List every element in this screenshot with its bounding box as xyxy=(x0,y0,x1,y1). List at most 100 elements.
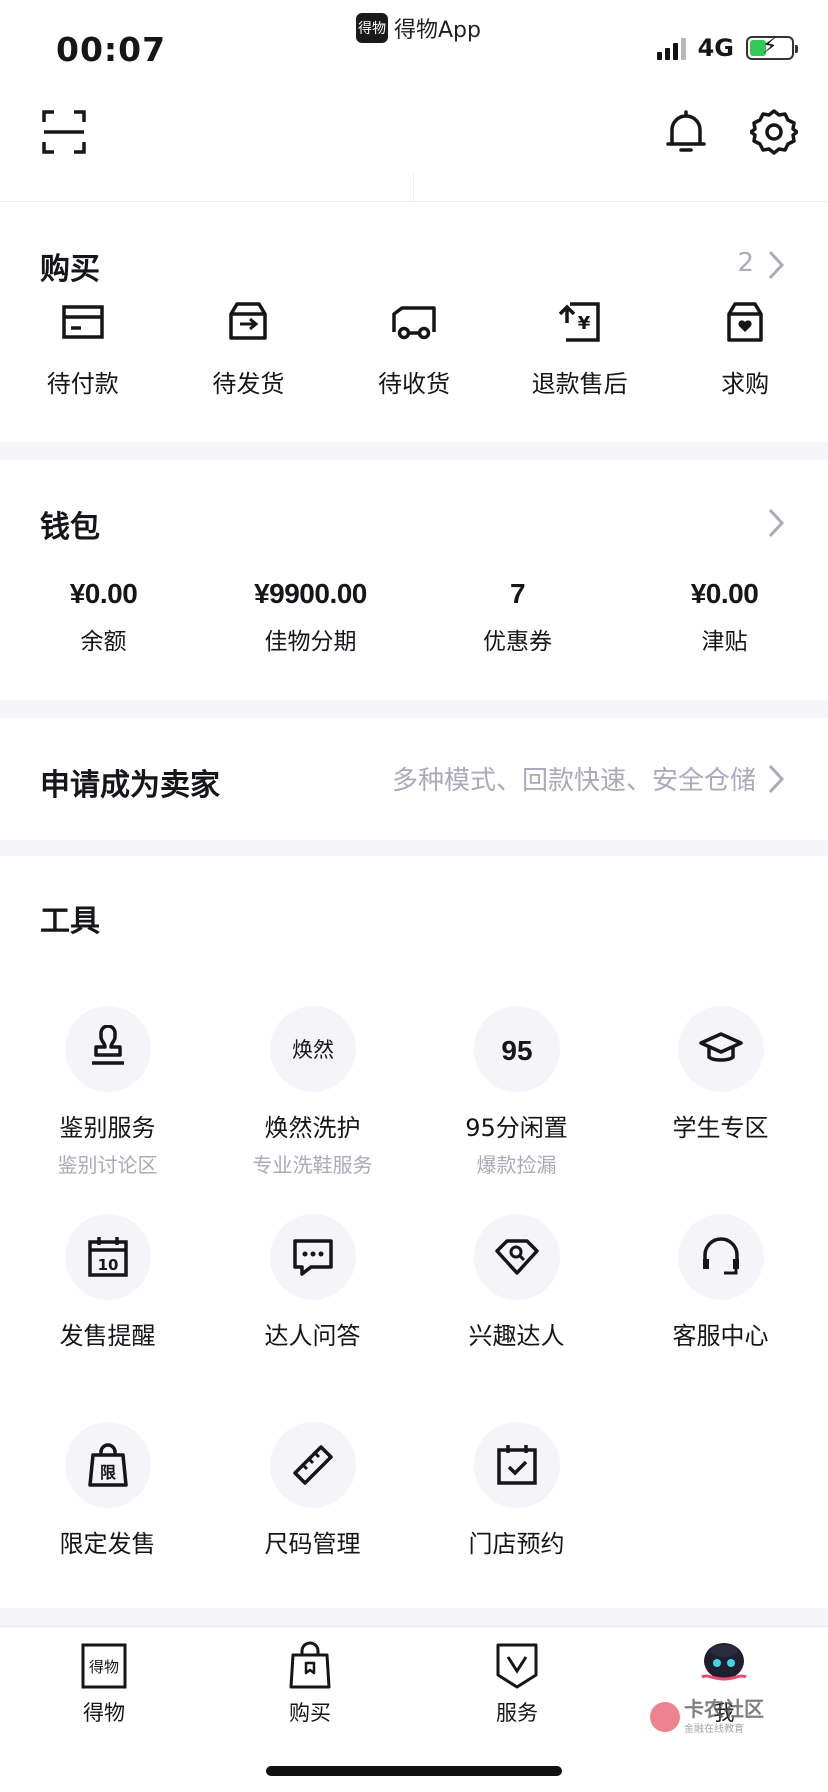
dewu-logo-icon: 得物 xyxy=(81,1643,127,1689)
tool-subtitle: 爆款捡漏 xyxy=(476,1153,557,1177)
tool-name: 95分闲置 xyxy=(465,1114,568,1142)
headset-icon xyxy=(702,1237,739,1275)
status-bar: 00:07 得物 得物App 4G ⚡ xyxy=(0,0,828,88)
wallet-section[interactable]: 钱包 ¥0.00 余额 ¥9900.00 佳物分期 7 优惠券 ¥0.00 津贴 xyxy=(0,460,828,700)
wallet-coupons[interactable]: 7 优惠券 xyxy=(414,578,621,656)
tab-label: 购买 xyxy=(289,1701,331,1725)
wallet-value: ¥0.00 xyxy=(69,578,138,609)
tab-label: 服务 xyxy=(496,1701,538,1725)
tool-store-booking[interactable]: 门店预约 xyxy=(413,1422,620,1559)
watermark-name: 卡农社区 xyxy=(684,1697,764,1721)
tool-size-management[interactable]: 尺码管理 xyxy=(209,1422,416,1559)
svg-text:¥: ¥ xyxy=(577,313,590,334)
tool-huanran-care[interactable]: 焕然 焕然洗护 专业洗鞋服务 xyxy=(209,1006,416,1178)
chevron-right-icon[interactable] xyxy=(766,506,786,540)
calendar-icon: 10 xyxy=(87,1237,128,1277)
tool-release-reminder[interactable]: 10 发售提醒 xyxy=(4,1214,211,1351)
diamond-search-icon xyxy=(494,1239,539,1275)
box-icon xyxy=(229,302,268,340)
tool-interest-expert[interactable]: 兴趣达人 xyxy=(413,1214,620,1351)
tool-name: 焕然洗护 xyxy=(264,1114,361,1142)
wallet-allowance[interactable]: ¥0.00 津贴 xyxy=(621,578,828,656)
seller-subtitle: 多种模式、回款快速、安全仓储 xyxy=(391,766,756,796)
home-indicator[interactable] xyxy=(266,1766,562,1776)
back-app-logo-icon: 得物 xyxy=(356,13,388,43)
buy-item-label: 待付款 xyxy=(46,370,119,398)
svg-text:10: 10 xyxy=(97,1256,118,1274)
tool-95-secondhand[interactable]: 95 95分闲置 爆款捡漏 xyxy=(413,1006,620,1178)
header-divider xyxy=(413,174,414,202)
status-time: 00:07 xyxy=(56,30,167,69)
buy-item-pending-payment[interactable]: 待付款 xyxy=(0,298,166,399)
signal-icon xyxy=(656,36,686,60)
stamp-icon xyxy=(91,1025,124,1065)
tab-label: 得物 xyxy=(83,1701,125,1725)
wallet-stats: ¥0.00 余额 ¥9900.00 佳物分期 7 优惠券 ¥0.00 津贴 xyxy=(0,578,828,656)
battery-icon: ⚡ xyxy=(746,34,798,60)
tool-name: 限定发售 xyxy=(59,1530,156,1558)
graduation-cap-icon xyxy=(698,1032,743,1062)
back-to-app-link[interactable]: 得物 得物App xyxy=(356,12,481,44)
tool-student-zone[interactable]: 学生专区 xyxy=(617,1006,824,1143)
tab-service[interactable]: 服务 xyxy=(457,1639,577,1727)
wallet-label: 余额 xyxy=(80,629,127,655)
buy-item-wanted[interactable]: 求购 xyxy=(662,298,828,399)
gear-icon[interactable] xyxy=(750,108,798,156)
wallet-installment[interactable]: ¥9900.00 佳物分期 xyxy=(207,578,414,656)
wallet-value: ¥0.00 xyxy=(690,578,759,609)
wallet-title: 钱包 xyxy=(40,510,100,545)
truck-icon xyxy=(392,306,436,340)
95-logo-icon: 95 xyxy=(501,1035,532,1066)
tool-name: 鉴别服务 xyxy=(59,1114,156,1142)
tool-name: 尺码管理 xyxy=(264,1530,361,1558)
tools-title: 工具 xyxy=(40,904,100,939)
chevron-right-icon[interactable] xyxy=(766,248,786,282)
chat-bubble-icon xyxy=(292,1239,333,1276)
back-app-label: 得物App xyxy=(394,18,481,43)
wallet-value: 7 xyxy=(509,578,526,609)
svg-text:得物: 得物 xyxy=(89,1658,119,1676)
bell-icon[interactable] xyxy=(662,108,710,156)
card-icon xyxy=(62,305,104,339)
tool-name: 学生专区 xyxy=(672,1114,769,1142)
profile-header xyxy=(0,88,828,202)
buy-item-refund[interactable]: ¥ 退款售后 xyxy=(497,298,663,399)
buy-count[interactable]: 2 xyxy=(737,248,754,278)
buy-item-label: 待收货 xyxy=(377,370,450,398)
svg-text:95: 95 xyxy=(501,1035,532,1066)
tool-limited-release[interactable]: 限 限定发售 xyxy=(4,1422,211,1559)
become-seller-row[interactable]: 申请成为卖家 多种模式、回款快速、安全仓储 xyxy=(0,718,828,840)
tool-expert-qa[interactable]: 达人问答 xyxy=(209,1214,416,1351)
watermark-icon xyxy=(650,1701,680,1732)
buy-item-label: 待发货 xyxy=(212,370,285,398)
shield-v-icon xyxy=(496,1643,538,1689)
calendar-check-icon xyxy=(496,1445,537,1485)
tab-buy[interactable]: 购买 xyxy=(250,1639,370,1727)
buy-item-pending-shipment[interactable]: 待发货 xyxy=(166,298,332,399)
watermark-logo: 卡农社区 金融在线教育 xyxy=(650,1698,764,1735)
buy-item-label: 求购 xyxy=(721,370,770,398)
watermark-subtitle: 金融在线教育 xyxy=(684,1724,744,1735)
tool-customer-service[interactable]: 客服中心 xyxy=(617,1214,824,1351)
svg-text:限: 限 xyxy=(99,1463,116,1482)
status-indicators: 4G ⚡ xyxy=(656,34,798,62)
svg-text:焕然: 焕然 xyxy=(292,1038,334,1062)
wallet-balance[interactable]: ¥0.00 余额 xyxy=(0,578,207,656)
tab-dewu[interactable]: 得物 得物 xyxy=(44,1639,164,1727)
avatar-icon xyxy=(701,1643,747,1681)
buy-item-pending-receipt[interactable]: 待收货 xyxy=(331,298,497,399)
ruler-icon xyxy=(292,1445,333,1485)
wallet-label: 佳物分期 xyxy=(264,629,357,655)
wish-box-icon xyxy=(727,302,763,342)
tool-name: 达人问答 xyxy=(264,1322,361,1350)
shopping-bag-icon xyxy=(289,1641,331,1689)
refund-icon: ¥ xyxy=(558,302,600,342)
chevron-right-icon[interactable] xyxy=(766,762,786,796)
seller-title: 申请成为卖家 xyxy=(40,768,220,803)
scan-icon[interactable] xyxy=(40,108,88,156)
tool-name: 门店预约 xyxy=(468,1530,565,1558)
network-type: 4G xyxy=(697,34,734,62)
wallet-label: 津贴 xyxy=(701,629,748,655)
wallet-value: ¥9900.00 xyxy=(254,578,367,609)
tool-authentication[interactable]: 鉴别服务 鉴别讨论区 xyxy=(4,1006,211,1178)
